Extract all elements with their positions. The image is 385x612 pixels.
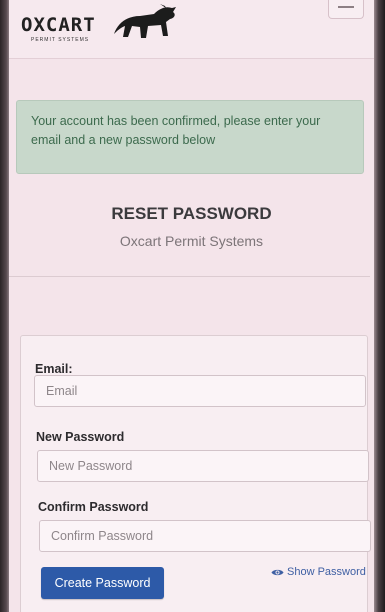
- eye-icon: [271, 569, 284, 575]
- brand-name: OXCART: [21, 14, 96, 36]
- divider: [9, 276, 370, 277]
- confirm-password-input[interactable]: [39, 520, 371, 552]
- page-subtitle: Oxcart Permit Systems: [119, 233, 264, 249]
- brand-tagline: PERMIT SYSTEMS: [31, 37, 90, 43]
- confirm-password-label: Confirm Password: [38, 500, 149, 514]
- site-header: OXCART PERMIT SYSTEMS: [9, 0, 374, 59]
- show-password-toggle[interactable]: Show Password: [271, 566, 366, 578]
- email-input[interactable]: [34, 375, 366, 407]
- device-edge-left: [0, 0, 9, 612]
- show-password-label: Show Password: [287, 566, 366, 578]
- brand-logo[interactable]: OXCART PERMIT SYSTEMS: [17, 4, 176, 44]
- device-edge-right: [374, 0, 385, 612]
- confirmation-alert: Your account has been confirmed, please …: [16, 100, 364, 174]
- email-label: Email:: [35, 362, 73, 376]
- phone-frame: OXCART PERMIT SYSTEMS Your account has b…: [0, 0, 385, 612]
- create-password-button[interactable]: Create Password: [41, 567, 164, 599]
- menu-toggle-button[interactable]: [328, 0, 364, 19]
- page-title: RESET PASSWORD: [111, 204, 272, 223]
- alert-message: Your account has been confirmed, please …: [31, 114, 321, 147]
- menu-icon: [338, 6, 354, 8]
- bull-icon: [114, 4, 176, 38]
- screen: OXCART PERMIT SYSTEMS Your account has b…: [9, 0, 374, 612]
- new-password-input[interactable]: [37, 450, 369, 482]
- new-password-label: New Password: [36, 430, 125, 444]
